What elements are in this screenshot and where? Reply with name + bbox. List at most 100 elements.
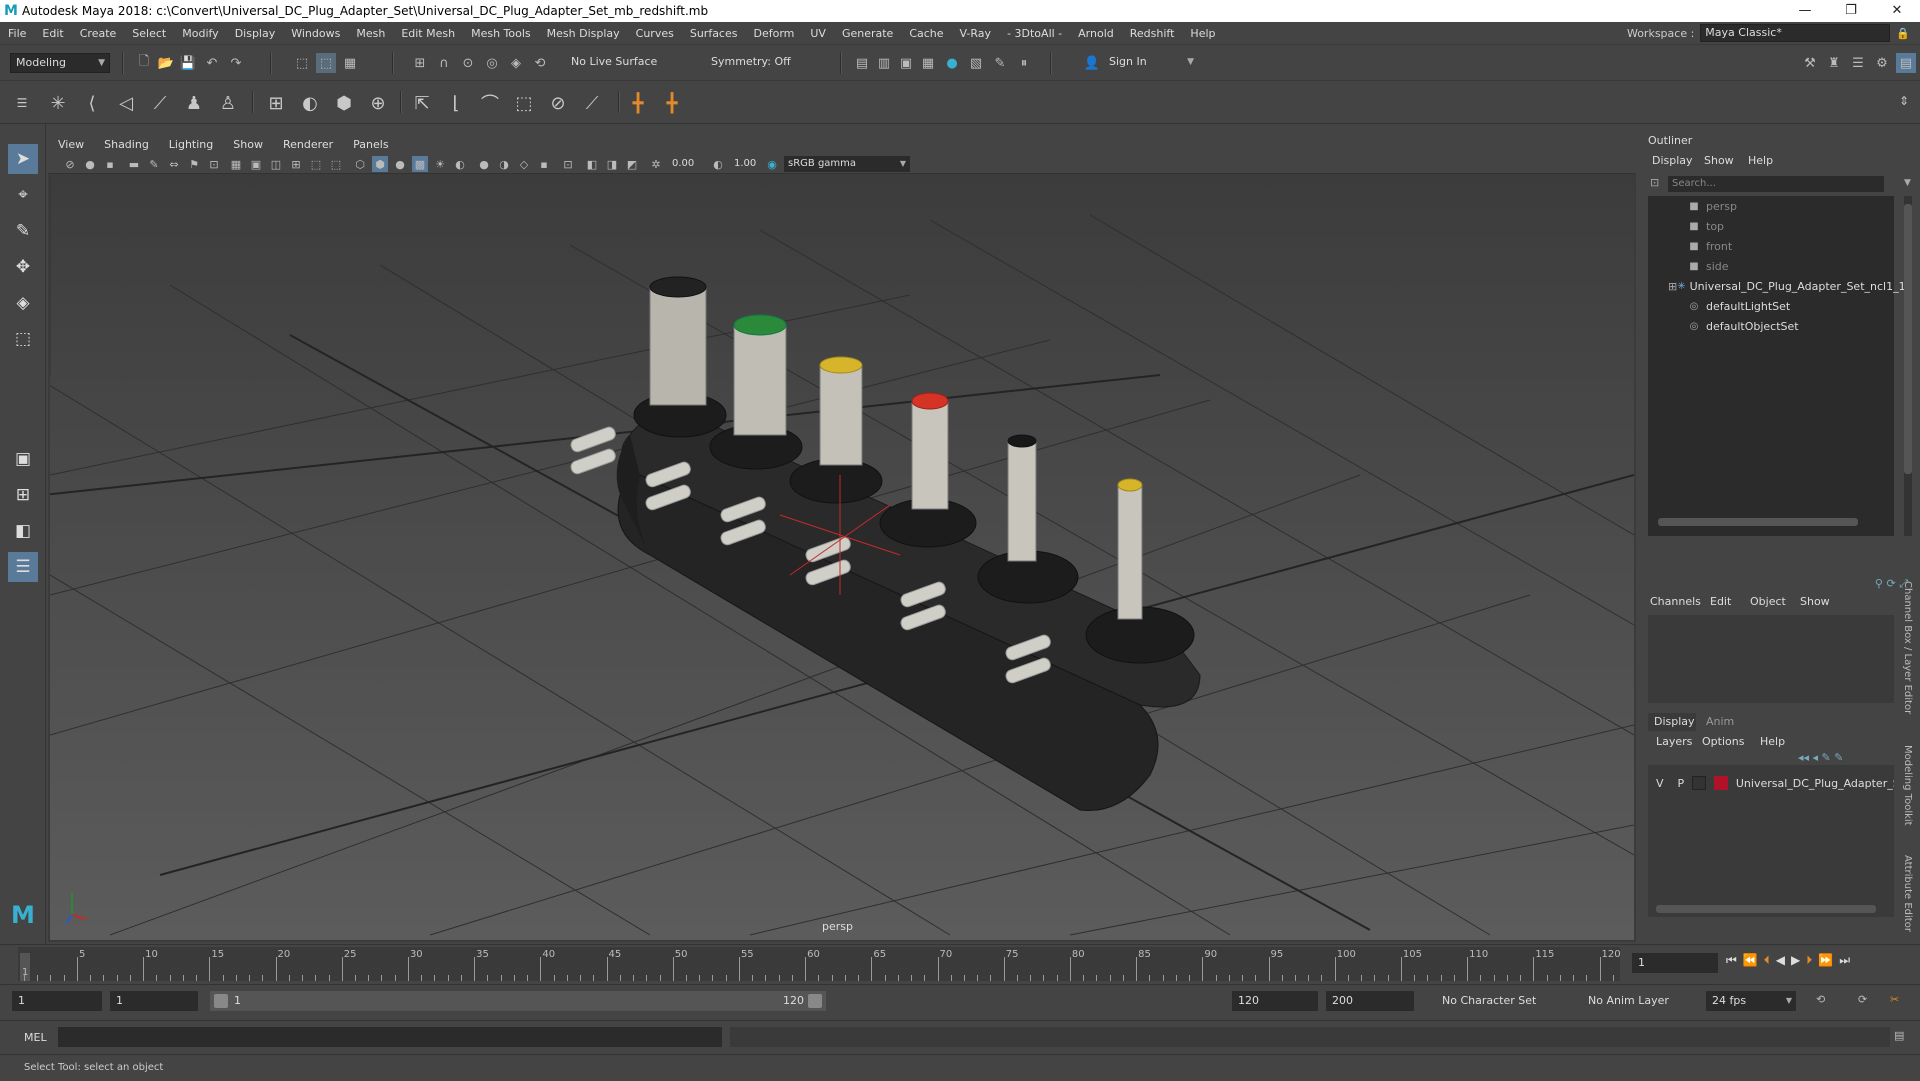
render-settings-icon[interactable]: ▦	[918, 53, 938, 73]
script-editor-icon[interactable]: ▤	[1894, 1029, 1904, 1042]
auto-key-icon[interactable]: ⟳	[1858, 993, 1867, 1006]
film-gate-icon[interactable]: ▦	[228, 156, 244, 172]
vp-menu-panels[interactable]: Panels	[343, 138, 398, 151]
character-set-dropdown[interactable]: No Character Set	[1436, 991, 1560, 1011]
menu-modify[interactable]: Modify	[174, 27, 226, 40]
tab-anim[interactable]: Anim	[1706, 713, 1746, 731]
loop-icon[interactable]: ⟲	[1816, 993, 1825, 1006]
menu-windows[interactable]: Windows	[283, 27, 348, 40]
go-to-start-icon[interactable]: ⏮	[1726, 953, 1737, 968]
select-tool-shelf-icon[interactable]: ✳	[44, 89, 72, 117]
maximize-icon[interactable]: ❐	[1828, 0, 1874, 22]
redo-icon[interactable]: ↷	[226, 53, 246, 73]
shelf-scroll-icon[interactable]: ⇕	[1890, 87, 1918, 115]
animation-start-field[interactable]: 1	[12, 991, 102, 1011]
lock-icon[interactable]: 🔒	[1896, 27, 1910, 40]
outliner-vscrollbar[interactable]	[1904, 196, 1912, 536]
camera-icon[interactable]: ●	[82, 156, 98, 172]
menu-edit[interactable]: Edit	[34, 27, 71, 40]
save-scene-icon[interactable]: 💾	[178, 53, 198, 73]
time-ruler[interactable]: 1 5 10 15 20 25 30 35 40 45 50 55 60 65 70 75 80 85 90 95 1…	[18, 947, 1621, 981]
shelf-menu-icon[interactable]: ☰	[8, 89, 36, 117]
minimize-icon[interactable]: —	[1782, 0, 1828, 22]
outliner-menu-help[interactable]: Help	[1748, 154, 1773, 167]
layer-color-swatch[interactable]	[1714, 776, 1728, 790]
menu-vray[interactable]: V-Ray	[952, 27, 1000, 40]
channels-menu-edit[interactable]: Edit	[1710, 595, 1731, 608]
lights-icon[interactable]: ☀	[432, 156, 448, 172]
step-forward-key-icon[interactable]: ⏩	[1818, 953, 1833, 968]
layers-menu-layers[interactable]: Layers	[1656, 735, 1692, 748]
channels-menu-show[interactable]: Show	[1800, 595, 1830, 608]
tool-settings-icon[interactable]: ⚙	[1872, 53, 1892, 73]
outliner-hscrollbar[interactable]	[1658, 518, 1858, 526]
wireframe-icon[interactable]: ⬡	[352, 156, 368, 172]
menu-create[interactable]: Create	[72, 27, 125, 40]
render-view-icon[interactable]: ▧	[966, 53, 986, 73]
ipr-render-icon[interactable]: ▣	[896, 53, 916, 73]
motion-blur-icon[interactable]: ◑	[496, 156, 512, 172]
smooth-shade-icon[interactable]: ⬢	[372, 156, 388, 172]
layer-hscrollbar[interactable]	[1656, 905, 1876, 913]
layer-playback-toggle[interactable]: P	[1678, 777, 1685, 790]
xray-components-icon[interactable]: ◩	[624, 156, 640, 172]
snap-view-icon[interactable]: ◎	[482, 53, 502, 73]
range-end-handle[interactable]	[808, 994, 822, 1008]
insert-edge-loop-icon[interactable]: ⊘	[544, 89, 572, 117]
flag-icon[interactable]: ⚑	[186, 156, 202, 172]
menu-surfaces[interactable]: Surfaces	[682, 27, 746, 40]
close-icon[interactable]: ✕	[1874, 0, 1920, 22]
layers-menu-options[interactable]: Options	[1702, 735, 1744, 748]
command-language[interactable]: MEL	[24, 1031, 47, 1044]
append-icon[interactable]: ⬚	[510, 89, 538, 117]
render-setup-icon[interactable]: ✎	[990, 53, 1010, 73]
command-input[interactable]	[58, 1027, 722, 1047]
snapshot-icon[interactable]: ⊡	[206, 156, 222, 172]
rotate-tool-icon[interactable]: ◈	[8, 288, 38, 318]
multi-cut-icon[interactable]: ⊞	[262, 89, 290, 117]
menu-3dtoall[interactable]: - 3DtoAll -	[999, 27, 1070, 40]
lasso-tool-icon[interactable]: ⌖	[8, 180, 38, 210]
outliner-item-objectset[interactable]: ◎ defaultObjectSet	[1648, 316, 1894, 336]
menu-display[interactable]: Display	[227, 27, 284, 40]
outliner-item-lightset[interactable]: ◎ defaultLightSet	[1648, 296, 1894, 316]
step-back-frame-icon[interactable]: ⏴	[1764, 953, 1770, 968]
layers-menu-help[interactable]: Help	[1760, 735, 1785, 748]
playback-end-field[interactable]: 120	[1232, 991, 1318, 1011]
attribute-editor-icon[interactable]: ☰	[1848, 53, 1868, 73]
outliner-menu-show[interactable]: Show	[1704, 154, 1734, 167]
outliner-menu-display[interactable]: Display	[1652, 154, 1693, 167]
snap-surface-icon[interactable]: ◈	[506, 53, 526, 73]
step-forward-frame-icon[interactable]: ⏵	[1806, 953, 1812, 968]
joint-tool-icon[interactable]: ♙	[214, 89, 242, 117]
viewport-3d[interactable]	[50, 175, 1634, 940]
gamma-field[interactable]: 1.00	[730, 156, 760, 172]
new-scene-icon[interactable]: 🗋	[134, 53, 154, 73]
layer-type-toggle[interactable]	[1692, 776, 1707, 790]
vp-menu-renderer[interactable]: Renderer	[273, 138, 343, 151]
menu-generate[interactable]: Generate	[834, 27, 901, 40]
sign-in-button[interactable]: Sign In ▼	[1104, 53, 1198, 73]
menu-file[interactable]: File	[0, 27, 34, 40]
menu-cache[interactable]: Cache	[901, 27, 951, 40]
outliner-item-side[interactable]: ■ side	[1648, 256, 1894, 276]
snap-grid-icon[interactable]: ⊞	[410, 53, 430, 73]
polygon-sphere-icon[interactable]: ⊕	[364, 89, 392, 117]
vp-menu-lighting[interactable]: Lighting	[159, 138, 223, 151]
menu-edit-mesh[interactable]: Edit Mesh	[393, 27, 463, 40]
live-surface-field[interactable]: No Live Surface	[566, 53, 666, 73]
hypershade-icon[interactable]: ●	[942, 53, 962, 73]
outliner-layout-icon[interactable]: ☰	[8, 552, 38, 582]
current-frame-field[interactable]: 1	[1632, 953, 1718, 973]
layer-row[interactable]: V P Universal_DC_Plug_Adapter_Se	[1648, 773, 1894, 793]
four-view-icon[interactable]: ⊞	[8, 480, 38, 510]
menu-help[interactable]: Help	[1182, 27, 1223, 40]
range-bar[interactable]: 1 120	[210, 991, 826, 1011]
xray-joints-icon[interactable]: ◨	[604, 156, 620, 172]
lasso-shelf-icon[interactable]: ⟨	[78, 89, 106, 117]
vp-menu-shading[interactable]: Shading	[94, 138, 159, 151]
color-space-dropdown[interactable]: sRGB gamma ▼	[784, 156, 910, 172]
character-controls-icon[interactable]: ♜	[1824, 53, 1844, 73]
tab-display[interactable]: Display	[1648, 713, 1696, 731]
outliner-scroll-thumb[interactable]	[1904, 204, 1912, 474]
